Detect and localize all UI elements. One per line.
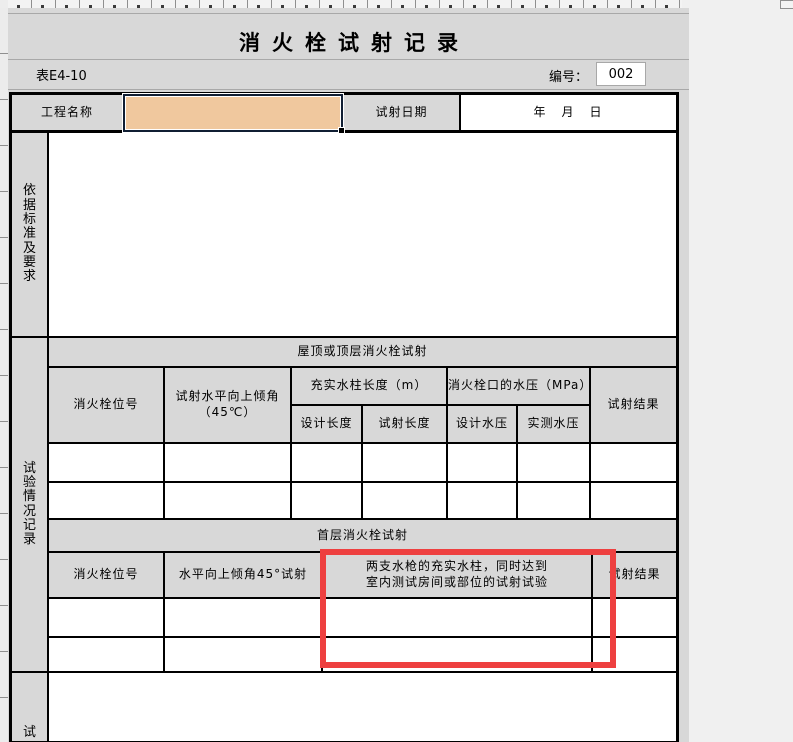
roof-test-title: 屋顶或顶层消火栓试射 bbox=[48, 337, 677, 367]
roof-col-jet-test: 试射长度 bbox=[362, 405, 447, 443]
empty-cell[interactable] bbox=[517, 443, 590, 482]
basis-section-label: 依据标准及要求 bbox=[11, 132, 48, 337]
ff-col-result: 试射结果 bbox=[592, 552, 677, 598]
fill-handle[interactable] bbox=[338, 127, 345, 134]
first-floor-test-title: 首层消火栓试射 bbox=[48, 519, 677, 552]
serial-number-cell[interactable]: 002 bbox=[596, 62, 646, 86]
empty-cell[interactable] bbox=[590, 482, 677, 519]
project-name-label: 工程名称 bbox=[11, 94, 123, 132]
roof-col-position: 消火栓位号 bbox=[48, 367, 164, 443]
bottom-section-label: 试 bbox=[11, 672, 48, 742]
roof-col-pressure-design: 设计水压 bbox=[447, 405, 517, 443]
empty-cell[interactable] bbox=[590, 443, 677, 482]
form-code-label: 表E4-10 bbox=[36, 69, 87, 84]
basis-content-cell[interactable] bbox=[48, 132, 677, 337]
gridline bbox=[8, 59, 689, 60]
empty-cell[interactable] bbox=[164, 637, 322, 672]
empty-cell[interactable] bbox=[291, 482, 362, 519]
serial-number-label: 编号： bbox=[549, 70, 589, 85]
empty-cell[interactable] bbox=[291, 443, 362, 482]
ff-col-angle: 水平向上倾角45°试射 bbox=[164, 552, 322, 598]
page-title: 消火栓试射记录 bbox=[239, 31, 470, 55]
empty-cell[interactable] bbox=[592, 598, 677, 637]
ff-col-jet: 两支水枪的充实水柱，同时达到 室内测试房间或部位的试射试验 bbox=[322, 552, 592, 598]
empty-cell[interactable] bbox=[164, 443, 291, 482]
empty-cell[interactable] bbox=[517, 482, 590, 519]
empty-cell[interactable] bbox=[48, 482, 164, 519]
empty-cell[interactable] bbox=[48, 443, 164, 482]
roof-col-result: 试射结果 bbox=[590, 367, 677, 443]
spreadsheet-viewport: 消火栓试射记录 表E4-10 编号： 002 工程名称 试射日期 年 月 日 依… bbox=[0, 0, 793, 742]
empty-cell[interactable] bbox=[592, 637, 677, 672]
record-section-label: 试验情况记录 bbox=[11, 337, 48, 672]
roof-col-angle: 试射水平向上倾角 （45℃） bbox=[164, 367, 291, 443]
empty-cell[interactable] bbox=[164, 598, 322, 637]
empty-cell[interactable] bbox=[447, 443, 517, 482]
empty-cell[interactable] bbox=[362, 482, 447, 519]
gridline bbox=[8, 13, 689, 14]
test-date-value-cell[interactable]: 年 月 日 bbox=[460, 94, 677, 132]
bottom-content-cell[interactable] bbox=[48, 672, 677, 742]
empty-cell[interactable] bbox=[48, 637, 164, 672]
empty-cell[interactable] bbox=[48, 598, 164, 637]
roof-col-jet-design: 设计长度 bbox=[291, 405, 362, 443]
roof-col-jet-group: 充实水柱长度（m） bbox=[291, 367, 447, 405]
empty-cell[interactable] bbox=[447, 482, 517, 519]
roof-col-pressure-actual: 实测水压 bbox=[517, 405, 590, 443]
empty-cell[interactable] bbox=[164, 482, 291, 519]
test-date-label: 试射日期 bbox=[343, 94, 460, 132]
roof-col-pressure-group: 消火栓口的水压（MPa） bbox=[447, 367, 591, 405]
empty-cell[interactable] bbox=[362, 443, 447, 482]
ff-col-position: 消火栓位号 bbox=[48, 552, 164, 598]
empty-cell[interactable] bbox=[322, 598, 592, 637]
column-header-strip-end[interactable] bbox=[780, 0, 793, 9]
empty-cell[interactable] bbox=[322, 637, 592, 672]
gridline bbox=[8, 89, 689, 90]
project-name-input-cell[interactable] bbox=[123, 94, 345, 134]
